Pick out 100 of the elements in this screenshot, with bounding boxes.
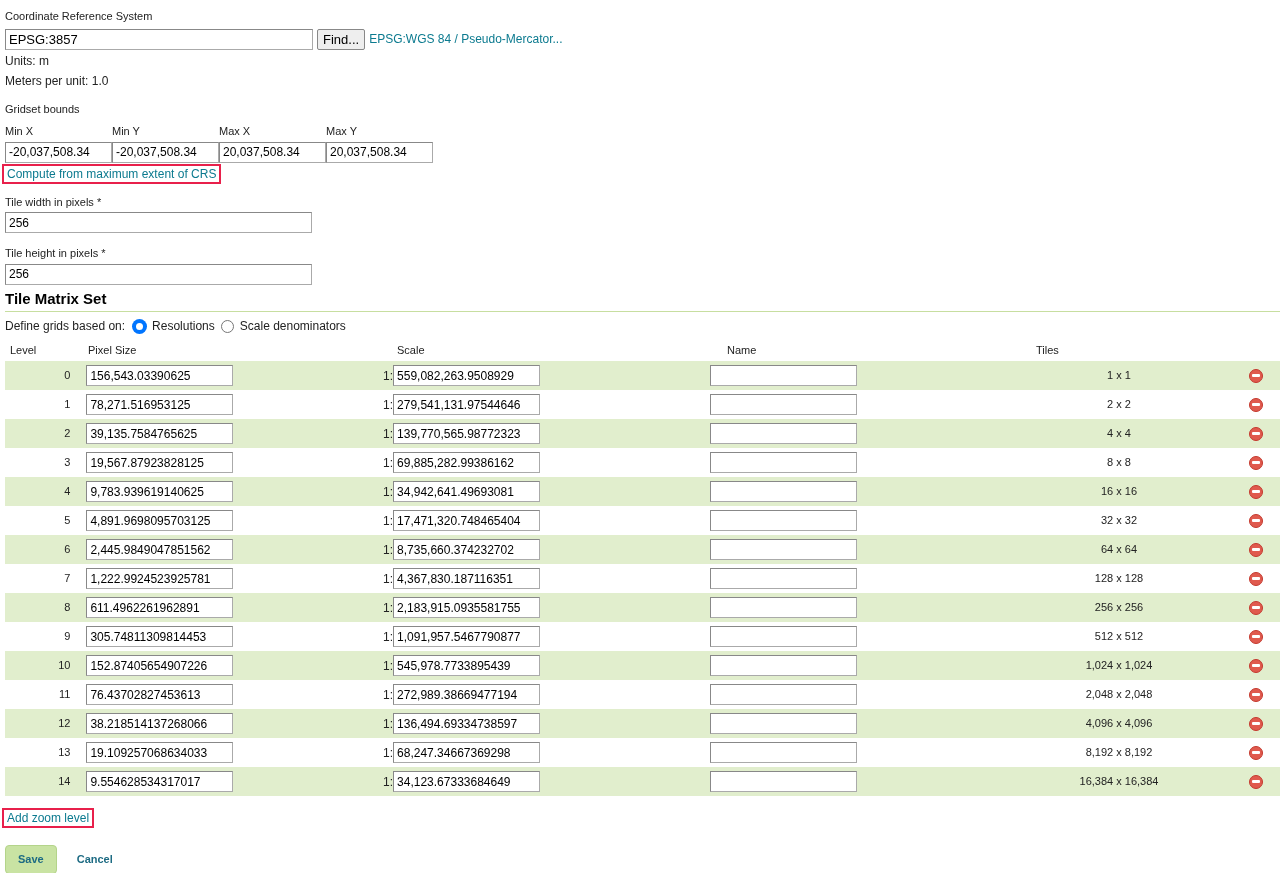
level-number: 0: [64, 368, 71, 384]
scale-prefix: 1:: [383, 484, 394, 501]
radio-button[interactable]: [133, 319, 147, 333]
remove-icon[interactable]: [1248, 397, 1263, 412]
remove-icon[interactable]: [1248, 658, 1263, 673]
name-field[interactable]: [710, 510, 858, 531]
field-label: Min X: [5, 124, 35, 139]
column-header: Pixel Size: [87, 342, 138, 358]
crs-link[interactable]: EPSG:WGS 84 / Pseudo-Mercator...: [369, 30, 563, 48]
remove-icon[interactable]: [1248, 716, 1263, 731]
pixel-size-field[interactable]: 2,445.9849047851562: [86, 539, 234, 560]
scale-prefix: 1:: [383, 542, 394, 559]
remove-icon[interactable]: [1248, 368, 1263, 383]
pixel-size-field[interactable]: 39,135.7584765625: [86, 423, 234, 444]
pixel-size-field[interactable]: 38.218514137268066: [86, 713, 234, 734]
scale-field[interactable]: 136,494.69334738597: [393, 713, 541, 734]
name-field[interactable]: [710, 452, 858, 473]
scale-field[interactable]: 2,183,915.0935581755: [393, 597, 541, 618]
bound-field[interactable]: -20,037,508.34: [5, 141, 112, 163]
tiles-count: 16,384 x 16,384: [1079, 774, 1159, 790]
compute-extent-link[interactable]: Compute from maximum extent of CRS: [2, 163, 222, 184]
tile-height-field[interactable]: 256: [5, 263, 312, 285]
scale-field[interactable]: 4,367,830.187116351: [393, 568, 541, 589]
remove-icon[interactable]: [1248, 600, 1263, 615]
pixel-size-field[interactable]: 76.43702827453613: [86, 684, 234, 705]
scale-prefix: 1:: [383, 687, 394, 704]
radio-option[interactable]: Scale denominators: [220, 317, 346, 335]
radio-button[interactable]: [220, 319, 234, 333]
remove-icon[interactable]: [1248, 774, 1263, 789]
pixel-size-field[interactable]: 611.4962261962891: [86, 597, 234, 618]
remove-icon[interactable]: [1248, 542, 1263, 557]
scale-field[interactable]: 139,770,565.98772323: [393, 423, 541, 444]
name-field[interactable]: [710, 655, 858, 676]
tiles-count: 32 x 32: [1100, 513, 1138, 529]
remove-icon[interactable]: [1248, 629, 1263, 644]
name-field[interactable]: [710, 684, 858, 705]
scale-field[interactable]: 34,942,641.49693081: [393, 481, 541, 502]
bound-field[interactable]: 20,037,508.34: [326, 141, 433, 163]
crs-field[interactable]: EPSG:3857: [5, 28, 313, 50]
name-field[interactable]: [710, 481, 858, 502]
pixel-size-field[interactable]: 9.554628534317017: [86, 771, 234, 792]
scale-field[interactable]: 279,541,131.97544646: [393, 394, 541, 415]
cancel-link[interactable]: Cancel: [76, 851, 113, 868]
pixel-size-field[interactable]: 19.109257068634033: [86, 742, 234, 763]
level-number: 10: [58, 658, 71, 674]
remove-icon[interactable]: [1248, 455, 1263, 470]
radio-option[interactable]: Resolutions: [133, 317, 215, 335]
pixel-size-field[interactable]: 4,891.9698095703125: [86, 510, 234, 531]
name-field[interactable]: [710, 423, 858, 444]
scale-field[interactable]: 1,091,957.5467790877: [393, 626, 541, 647]
field-label: Max Y: [326, 124, 358, 139]
name-field[interactable]: [710, 771, 858, 792]
pixel-size-field[interactable]: 9,783.939619140625: [86, 481, 234, 502]
field-label: Tile height in pixels *: [5, 246, 107, 261]
add-zoom-level-link[interactable]: Add zoom level: [2, 808, 95, 828]
level-number: 13: [58, 745, 71, 761]
name-field[interactable]: [710, 394, 858, 415]
find-button[interactable]: Find...: [317, 28, 366, 50]
scale-prefix: 1:: [383, 397, 394, 414]
scale-field[interactable]: 69,885,282.99386162: [393, 452, 541, 473]
name-field[interactable]: [710, 742, 858, 763]
column-header: Name: [726, 342, 758, 358]
pixel-size-field[interactable]: 305.74811309814453: [86, 626, 234, 647]
tiles-count: 64 x 64: [1100, 542, 1138, 558]
scale-prefix: 1:: [383, 600, 394, 617]
remove-icon[interactable]: [1248, 426, 1263, 441]
name-field[interactable]: [710, 539, 858, 560]
scale-field[interactable]: 17,471,320.748465404: [393, 510, 541, 531]
name-field[interactable]: [710, 568, 858, 589]
remove-icon[interactable]: [1248, 484, 1263, 499]
pixel-size-field[interactable]: 156,543.03390625: [86, 365, 234, 386]
name-field[interactable]: [710, 713, 858, 734]
level-number: 5: [64, 513, 71, 529]
remove-icon[interactable]: [1248, 571, 1263, 586]
name-field[interactable]: [710, 365, 858, 386]
scale-field[interactable]: 272,989.38669477194: [393, 684, 541, 705]
tiles-count: 128 x 128: [1094, 571, 1144, 587]
remove-icon[interactable]: [1248, 687, 1263, 702]
scale-field[interactable]: 8,735,660.374232702: [393, 539, 541, 560]
scale-field[interactable]: 68,247.34667369298: [393, 742, 541, 763]
tiles-count: 2 x 2: [1107, 397, 1131, 413]
pixel-size-field[interactable]: 152.87405654907226: [86, 655, 234, 676]
pixel-size-field[interactable]: 1,222.9924523925781: [86, 568, 234, 589]
remove-icon[interactable]: [1248, 513, 1263, 528]
tile-width-field[interactable]: 256: [5, 212, 312, 233]
meters-per-unit-text: Meters per unit: 1.0: [5, 72, 110, 90]
name-field[interactable]: [710, 626, 858, 647]
scale-field[interactable]: 34,123.67333684649: [393, 771, 541, 792]
scale-field[interactable]: 559,082,263.9508929: [393, 365, 541, 386]
field-label: Define grids based on:: [5, 318, 126, 335]
remove-icon[interactable]: [1248, 745, 1263, 760]
scale-field[interactable]: 545,978.7733895439: [393, 655, 541, 676]
scale-prefix: 1:: [383, 571, 394, 588]
pixel-size-field[interactable]: 19,567.87923828125: [86, 452, 234, 473]
bound-field[interactable]: 20,037,508.34: [219, 141, 326, 163]
level-number: 7: [64, 571, 71, 587]
save-button[interactable]: Save: [5, 845, 57, 873]
name-field[interactable]: [710, 597, 858, 618]
bound-field[interactable]: -20,037,508.34: [112, 141, 219, 163]
pixel-size-field[interactable]: 78,271.516953125: [86, 394, 234, 415]
